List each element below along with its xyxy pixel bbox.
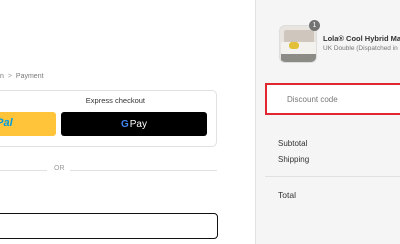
discount-code-input[interactable] <box>267 85 400 113</box>
discount-code-field[interactable] <box>265 83 400 115</box>
chevron-right-icon: > <box>7 73 12 80</box>
or-divider-line-left <box>0 170 47 171</box>
or-divider-line-right <box>70 170 217 171</box>
breadcrumb-previous-link[interactable]: n <box>0 73 4 80</box>
or-divider-text: OR <box>54 165 65 172</box>
total-label: Total <box>278 190 296 200</box>
or-divider: OR <box>0 165 217 175</box>
thumbnail-base <box>281 54 316 62</box>
shipping-label: Shipping <box>278 155 310 164</box>
paypal-logo: yPal <box>0 117 13 129</box>
product-thumbnail <box>279 25 317 63</box>
google-g-icon: G <box>120 118 129 130</box>
express-checkout-title: Express checkout <box>85 96 145 105</box>
breadcrumb: n > Payment <box>0 73 44 80</box>
product-name: Lola® Cool Hybrid Ma <box>323 34 400 43</box>
contact-email-field[interactable] <box>0 213 218 239</box>
thumbnail-pillow <box>289 42 299 49</box>
google-pay-button[interactable]: G Pay <box>61 112 207 136</box>
breadcrumb-current: Payment <box>15 73 44 80</box>
paypal-button[interactable]: yPal <box>0 112 56 136</box>
thumbnail-mattress <box>281 42 316 54</box>
google-pay-label: Pay <box>129 118 147 130</box>
product-variant: UK Double (Dispatched in <box>323 45 398 52</box>
subtotal-label: Subtotal <box>278 139 308 148</box>
summary-divider <box>265 176 400 177</box>
quantity-badge: 1 <box>309 20 320 31</box>
